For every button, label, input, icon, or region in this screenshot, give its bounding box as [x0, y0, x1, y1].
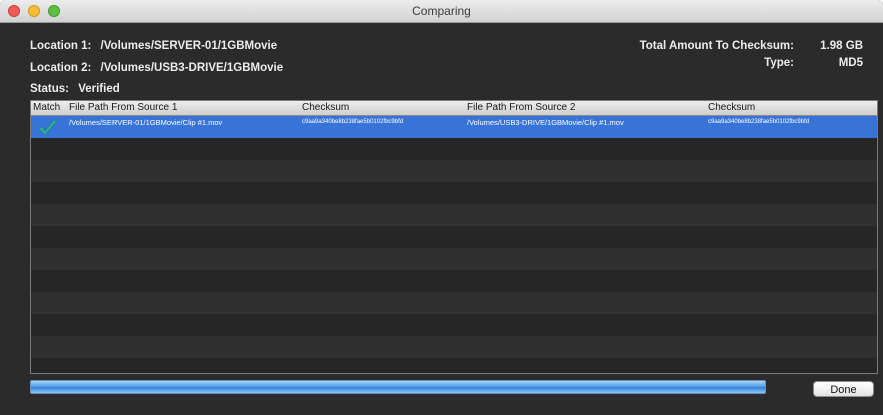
- window-title: Comparing: [412, 4, 471, 18]
- column-header-path1[interactable]: File Path From Source 1: [69, 102, 177, 113]
- source1-checksum-cell: c9aa9a340be8b238fae5b0102fbc9bfd: [302, 119, 404, 125]
- empty-row: [31, 226, 877, 248]
- status-label: Status:: [30, 83, 69, 95]
- empty-row: [31, 358, 877, 373]
- location2-label: Location 2:: [30, 62, 92, 74]
- empty-row: [31, 160, 877, 182]
- location1-value: /Volumes/SERVER-01/1GBMovie: [100, 40, 278, 52]
- empty-row: [31, 292, 877, 314]
- empty-row: [31, 248, 877, 270]
- total-value: 1.98 GB: [820, 40, 863, 52]
- location1-line: Location 1: /Volumes/SERVER-01/1GBMovie: [30, 40, 277, 52]
- empty-row: [31, 336, 877, 358]
- empty-row: [31, 314, 877, 336]
- comparing-window: Comparing Location 1: /Volumes/SERVER-01…: [0, 0, 883, 415]
- column-header-checksum1[interactable]: Checksum: [302, 102, 349, 113]
- empty-row: [31, 204, 877, 226]
- empty-row: [31, 182, 877, 204]
- total-label: Total Amount To Checksum:: [639, 40, 794, 52]
- check-icon: [38, 119, 58, 136]
- location2-line: Location 2: /Volumes/USB3-DRIVE/1GBMovie: [30, 62, 283, 74]
- location2-value: /Volumes/USB3-DRIVE/1GBMovie: [100, 62, 284, 74]
- comparison-table[interactable]: Match File Path From Source 1 Checksum F…: [30, 100, 878, 374]
- table-header: Match File Path From Source 1 Checksum F…: [31, 101, 877, 116]
- column-header-checksum2[interactable]: Checksum: [708, 102, 755, 113]
- table-row[interactable]: /Volumes/SERVER-01/1GBMovie/Clip #1.mov …: [31, 116, 877, 138]
- title-bar[interactable]: Comparing: [0, 0, 883, 23]
- source1-path-cell: /Volumes/SERVER-01/1GBMovie/Clip #1.mov: [69, 118, 223, 127]
- column-header-match[interactable]: Match: [33, 102, 60, 113]
- source2-path-cell: /Volumes/USB3-DRIVE/1GBMovie/Clip #1.mov: [467, 118, 624, 127]
- status-line: Status: Verified: [30, 83, 120, 95]
- status-value: Verified: [78, 83, 120, 95]
- source2-checksum-cell: c9aa9a340be8b238fae5b0102fbc9bfd: [708, 119, 810, 125]
- location1-label: Location 1:: [30, 40, 92, 52]
- column-header-path2[interactable]: File Path From Source 2: [467, 102, 575, 113]
- done-button[interactable]: Done: [813, 381, 874, 397]
- empty-row: [31, 138, 877, 160]
- progress-bar: [30, 380, 766, 394]
- type-value: MD5: [838, 57, 863, 69]
- type-label: Type:: [764, 57, 794, 69]
- empty-row: [31, 270, 877, 292]
